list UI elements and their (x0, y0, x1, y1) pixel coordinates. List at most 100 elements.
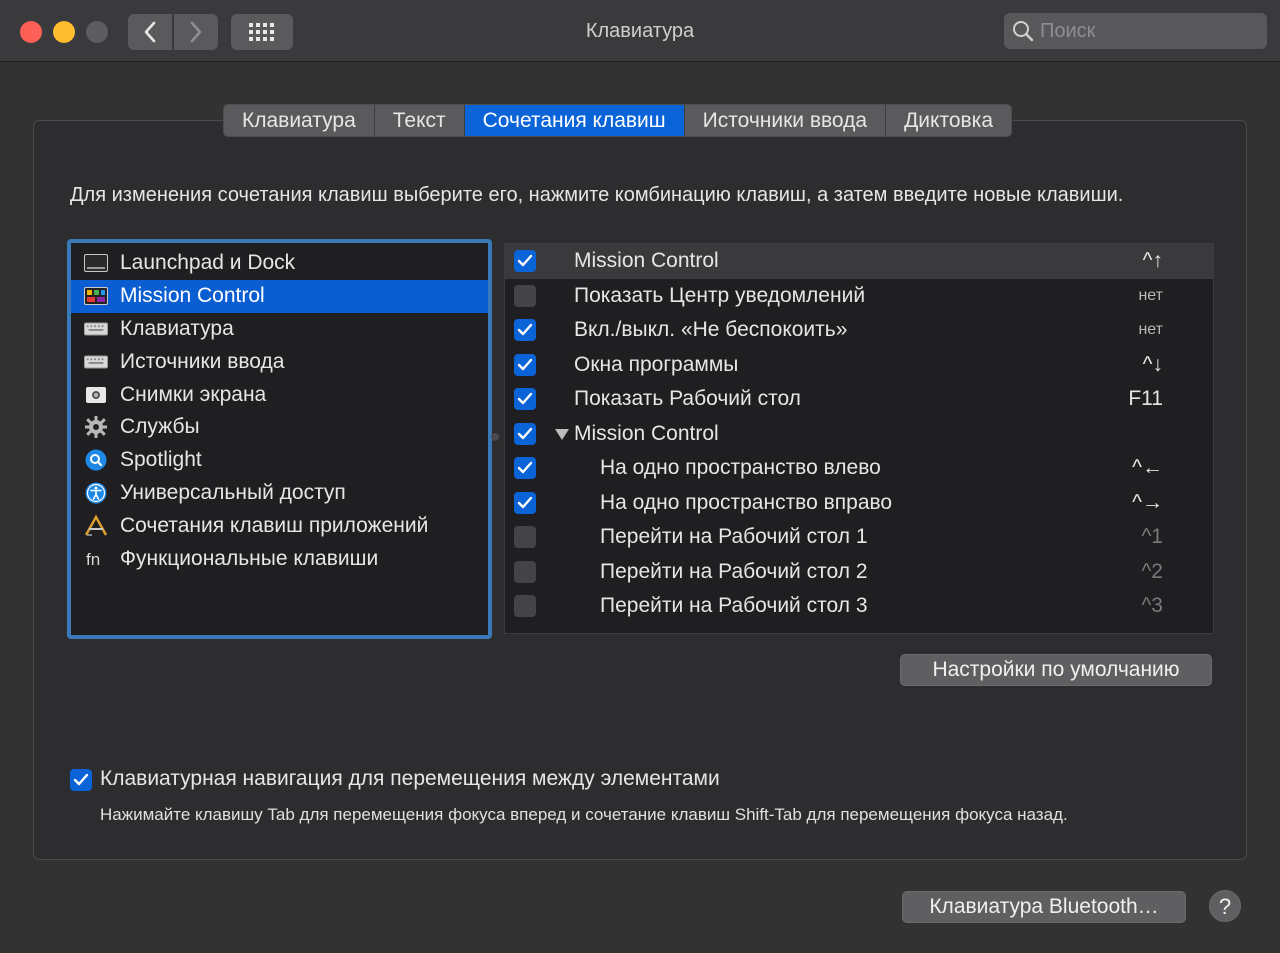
shortcut-keys[interactable]: ^2 (1141, 560, 1163, 584)
shortcut-keys[interactable]: ^3 (1141, 594, 1163, 618)
shortcut-label: Окна программы (574, 352, 739, 376)
category-item-screenshots[interactable]: Снимки экрана (71, 378, 488, 411)
shortcut-keys[interactable]: нет (1138, 287, 1163, 305)
tab-shortcuts[interactable]: Сочетания клавиш (464, 105, 685, 136)
shortcut-row[interactable]: Показать Рабочий стол F11 (505, 382, 1213, 417)
keyboard-navigation-label[interactable]: Клавиатурная навигация для перемещения м… (100, 767, 720, 791)
bluetooth-keyboard-button[interactable]: Клавиатура Bluetooth… (902, 891, 1186, 923)
shortcut-row[interactable]: Перейти на Рабочий стол 3 ^3 (505, 589, 1213, 624)
category-item-launchpad-dock[interactable]: Launchpad и Dock (71, 247, 488, 280)
screenshot-icon (84, 384, 108, 406)
category-item-spotlight[interactable]: Spotlight (71, 444, 488, 477)
checkmark-icon (517, 393, 533, 405)
checkmark-icon (517, 324, 533, 336)
category-item-function-keys[interactable]: fn Функциональные клавиши (71, 542, 488, 575)
search-field[interactable] (1004, 13, 1267, 49)
tab-keyboard[interactable]: Клавиатура (224, 105, 375, 136)
category-label: Источники ввода (120, 349, 285, 373)
shortcut-label: Перейти на Рабочий стол 1 (600, 525, 868, 549)
shortcut-checkbox[interactable] (514, 595, 536, 618)
shortcut-checkbox[interactable] (514, 319, 536, 342)
shortcut-checkbox[interactable] (514, 560, 536, 583)
keyboard-navigation-description: Нажимайте клавишу Tab для перемещения фо… (100, 805, 1068, 824)
shortcut-row[interactable]: На одно пространство влево ^← (505, 451, 1213, 486)
search-input[interactable] (1040, 19, 1250, 43)
tab-input-sources[interactable]: Источники ввода (685, 105, 887, 136)
shortcut-checkbox[interactable] (514, 388, 536, 411)
shortcut-label: Mission Control (574, 249, 719, 273)
category-item-mission-control[interactable]: Mission Control (71, 279, 488, 313)
shortcut-label: На одно пространство вправо (600, 490, 893, 514)
shortcut-row[interactable]: Показать Центр уведомлений нет (505, 279, 1213, 314)
spotlight-icon (84, 449, 108, 471)
shortcut-row[interactable]: Вкл./выкл. «Не беспокоить» нет (505, 313, 1213, 348)
title-bar: Клавиатура (0, 0, 1280, 62)
shortcut-label: Показать Рабочий стол (574, 387, 801, 411)
shortcut-row[interactable]: Перейти на Рабочий стол 2 ^2 (505, 555, 1213, 590)
category-label: Spotlight (120, 448, 202, 472)
mission-control-icon (84, 285, 108, 307)
shortcut-label: На одно пространство влево (600, 456, 881, 480)
shortcut-keys[interactable]: F11 (1128, 387, 1163, 411)
shortcut-checkbox[interactable] (514, 526, 536, 549)
shortcut-label: Перейти на Рабочий стол 3 (600, 594, 868, 618)
shortcut-checkbox[interactable] (514, 491, 536, 514)
shortcuts-table[interactable]: Mission Control ^↑ Показать Центр уведом… (504, 243, 1214, 634)
app-shortcuts-icon (84, 514, 108, 537)
shortcut-keys[interactable]: ^→ (1132, 491, 1163, 515)
category-item-input-sources[interactable]: Источники ввода (71, 345, 488, 378)
shortcut-row[interactable]: Перейти на Рабочий стол 1 ^1 (505, 520, 1213, 555)
help-button[interactable]: ? (1209, 890, 1241, 922)
shortcut-checkbox[interactable] (514, 250, 536, 273)
instructions-text: Для изменения сочетания клавиш выберите … (70, 184, 1124, 206)
checkmark-icon (517, 427, 533, 439)
checkmark-icon (517, 358, 533, 370)
category-item-services[interactable]: Службы (71, 411, 488, 444)
tab-text[interactable]: Текст (375, 105, 465, 136)
shortcut-checkbox[interactable] (514, 422, 536, 445)
disclosure-triangle-icon[interactable] (555, 428, 569, 440)
category-label: Службы (120, 415, 200, 439)
keyboard-icon (84, 351, 108, 373)
shortcut-label: Mission Control (574, 421, 719, 445)
search-icon (1013, 21, 1034, 42)
category-list[interactable]: Launchpad и Dock Mission Control Клавиат… (67, 239, 492, 639)
shortcut-label: Перейти на Рабочий стол 2 (600, 559, 868, 583)
gear-icon (84, 416, 108, 439)
checkmark-icon (517, 462, 533, 474)
tab-dictation[interactable]: Диктовка (886, 105, 1011, 136)
shortcut-keys[interactable]: ^← (1132, 456, 1163, 480)
keyboard-navigation-checkbox[interactable] (70, 769, 92, 791)
accessibility-icon (84, 482, 108, 504)
keyboard-icon (84, 318, 108, 340)
category-label: Клавиатура (120, 316, 234, 340)
shortcut-row[interactable]: Mission Control ^↑ (505, 244, 1213, 279)
category-label: Mission Control (120, 284, 265, 308)
launchpad-dock-icon (84, 252, 108, 274)
category-item-keyboard[interactable]: Клавиатура (71, 313, 488, 346)
fn-icon: fn (84, 548, 108, 570)
shortcut-checkbox[interactable] (514, 457, 536, 480)
category-item-app-shortcuts[interactable]: Сочетания клавиш приложений (71, 509, 488, 542)
shortcut-row[interactable]: На одно пространство вправо ^→ (505, 486, 1213, 521)
checkmark-icon (517, 255, 533, 267)
shortcut-keys[interactable]: ^↑ (1143, 249, 1163, 273)
shortcut-checkbox[interactable] (514, 284, 536, 307)
shortcut-keys[interactable]: ^1 (1141, 525, 1163, 549)
checkmark-icon (73, 773, 89, 786)
splitter-handle[interactable] (491, 433, 499, 441)
shortcut-label: Вкл./выкл. «Не беспокоить» (574, 318, 848, 342)
restore-defaults-button[interactable]: Настройки по умолчанию (900, 654, 1212, 686)
category-item-accessibility[interactable]: Универсальный доступ (71, 477, 488, 510)
category-label: Сочетания клавиш приложений (120, 513, 429, 537)
category-label: Функциональные клавиши (120, 546, 379, 570)
shortcut-keys[interactable]: нет (1138, 321, 1163, 339)
checkmark-icon (517, 496, 533, 508)
category-label: Снимки экрана (120, 382, 267, 406)
tab-bar: Клавиатура Текст Сочетания клавиш Источн… (223, 104, 1012, 137)
shortcut-group-row[interactable]: Mission Control (505, 417, 1213, 452)
shortcut-keys[interactable]: ^↓ (1143, 353, 1163, 377)
svg-text:fn: fn (86, 550, 100, 569)
shortcut-checkbox[interactable] (514, 353, 536, 376)
shortcut-row[interactable]: Окна программы ^↓ (505, 348, 1213, 383)
